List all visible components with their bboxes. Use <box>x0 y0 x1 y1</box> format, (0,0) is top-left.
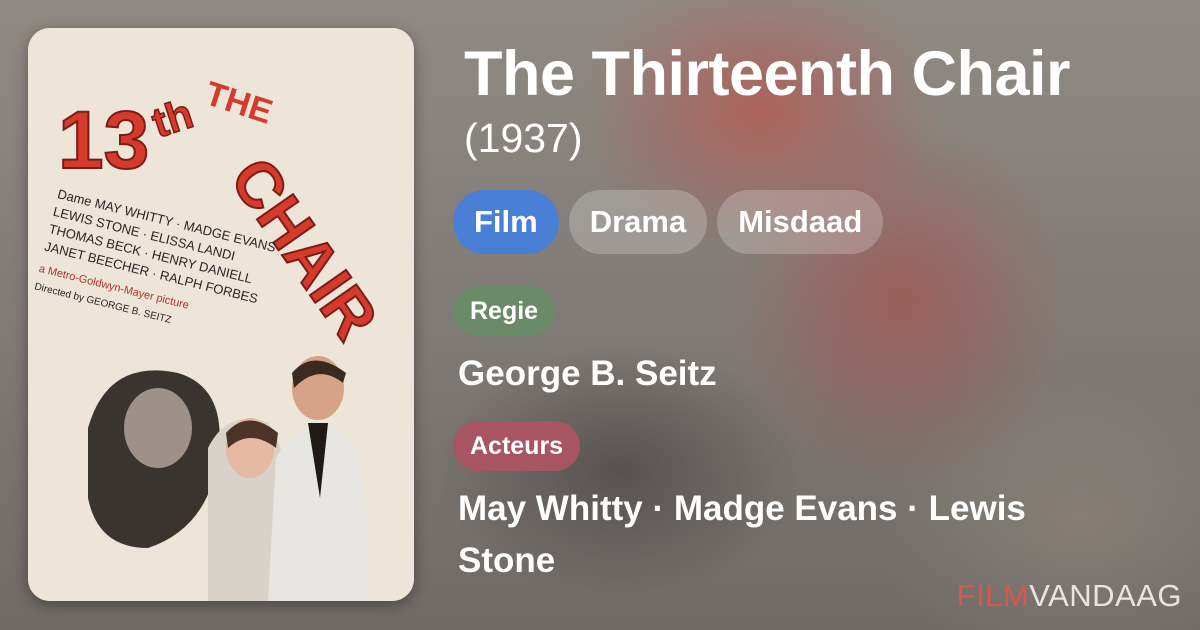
movie-title: The Thirteenth Chair <box>464 39 1071 109</box>
movie-poster: THE 13 th CHAIR Dame MAY WHITTY · MADGE … <box>28 28 414 601</box>
brand-part-vandaag: VANDAAG <box>1029 578 1182 613</box>
poster-number: 13 <box>58 95 149 186</box>
director-name: George B. Seitz <box>458 354 717 393</box>
tag-drama[interactable]: Drama <box>568 190 708 254</box>
brand-part-film: FILM <box>956 578 1030 613</box>
cast-names: May Whitty · Madge Evans · Lewis Stone <box>458 489 1026 580</box>
movie-year: (1937) <box>464 115 583 161</box>
brand-logo: FILMVANDAAG <box>957 578 1182 614</box>
tag-film[interactable]: Film <box>453 190 559 254</box>
poster-artwork: THE 13 th CHAIR Dame MAY WHITTY · MADGE … <box>28 28 414 601</box>
cast-label: Acteurs <box>453 421 581 471</box>
director-label: Regie <box>453 286 556 336</box>
genre-tags: Film Drama Misdaad <box>453 190 884 254</box>
tag-misdaad[interactable]: Misdaad <box>717 190 884 254</box>
